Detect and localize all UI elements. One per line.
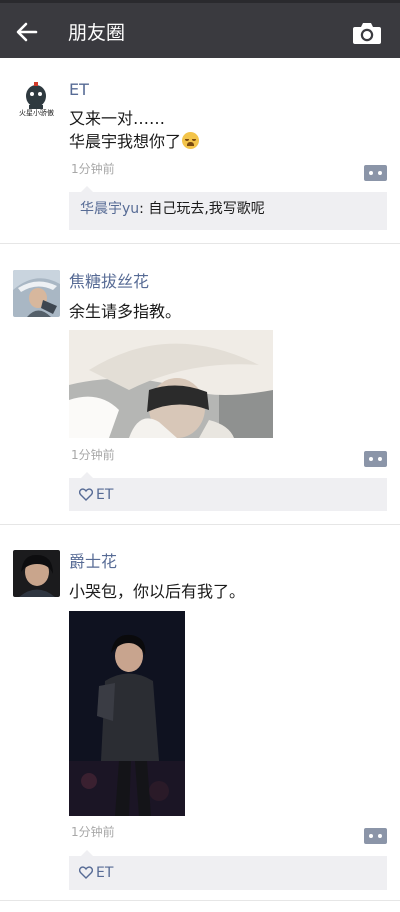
app-header: 朋友圈	[0, 0, 400, 58]
post-text-line: 余生请多指教。	[69, 302, 182, 321]
avatar[interactable]: 火星小骄傲	[13, 78, 60, 125]
page-title: 朋友圈	[68, 22, 126, 44]
divider	[0, 900, 400, 901]
liker-name[interactable]: ET	[96, 865, 113, 881]
back-arrow-icon[interactable]	[14, 20, 40, 44]
comment-separator: :	[139, 201, 149, 217]
post-time: 1分钟前	[71, 448, 115, 462]
post-text: 华晨宇我想你了	[69, 132, 182, 151]
moment-post: 爵士花 小哭包，你以后有我了。 1分钟前 ET	[0, 525, 400, 900]
moment-post: 火星小骄傲 ET 又来一对…… 华晨宇我想你了 1分钟前 华晨宇yu: 自己玩去…	[0, 58, 400, 243]
more-options-icon[interactable]	[364, 165, 387, 181]
like-row: ET	[78, 864, 113, 882]
avatar-caption: 火星小骄傲	[19, 109, 54, 117]
post-text-line: 又来一对……	[69, 109, 166, 128]
liker-name[interactable]: ET	[96, 487, 113, 503]
heart-icon	[78, 866, 94, 879]
post-text-line: 华晨宇我想你了	[69, 130, 200, 154]
likes-box: ET	[69, 472, 387, 511]
avatar[interactable]	[13, 550, 60, 597]
comment[interactable]: 华晨宇yu: 自己玩去,我写歌呢	[80, 199, 265, 219]
like-row: ET	[78, 486, 113, 504]
comment-author[interactable]: 华晨宇yu	[80, 201, 139, 217]
post-author-name[interactable]: 爵士花	[69, 551, 117, 573]
camera-icon[interactable]	[352, 21, 382, 45]
post-time: 1分钟前	[71, 825, 115, 839]
post-photo[interactable]	[69, 330, 273, 438]
comment-text: 自己玩去,我写歌呢	[148, 201, 265, 217]
avatar[interactable]	[13, 270, 60, 317]
post-text-line: 小哭包，你以后有我了。	[69, 582, 246, 601]
more-options-icon[interactable]	[364, 828, 387, 844]
likes-box: ET	[69, 850, 387, 890]
post-photo[interactable]	[69, 611, 185, 816]
post-author-name[interactable]: ET	[69, 79, 89, 101]
comment-box: 华晨宇yu: 自己玩去,我写歌呢	[69, 186, 387, 230]
post-author-name[interactable]: 焦糖拔丝花	[69, 271, 149, 293]
post-time: 1分钟前	[71, 162, 115, 176]
moment-post: 焦糖拔丝花 余生请多指教。 1分钟前 ET	[0, 244, 400, 524]
crying-face-emoji-icon	[182, 132, 200, 149]
heart-icon	[78, 488, 94, 501]
more-options-icon[interactable]	[364, 451, 387, 467]
